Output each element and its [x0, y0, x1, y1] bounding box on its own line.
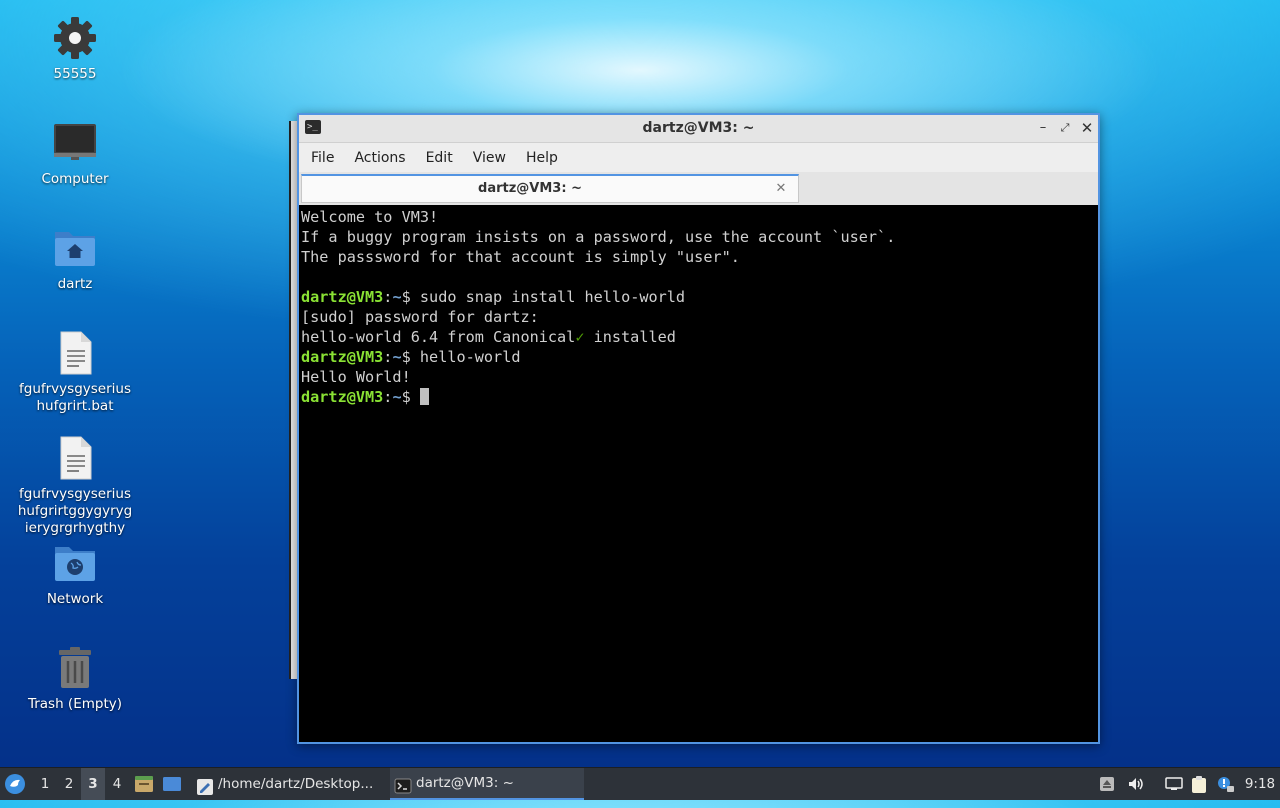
- tab-title: dartz@VM3: ~: [478, 181, 582, 196]
- command-text: sudo snap install hello-world: [419, 288, 686, 306]
- maximize-button[interactable]: ⤢: [1056, 119, 1074, 137]
- desktop-icon-long-file[interactable]: fgufrvysgyserius hufgrirtggygyryg ierygr…: [10, 434, 140, 537]
- workspace-2[interactable]: 2: [57, 768, 81, 800]
- desktop-icon-bat-file[interactable]: fgufrvysgyserius hufgrirt.bat: [10, 329, 140, 415]
- workspace-1[interactable]: 1: [33, 768, 57, 800]
- prompt-dollar: $: [401, 288, 420, 306]
- network-tray-icon[interactable]: [1165, 776, 1183, 792]
- desktop-icon-label: Computer: [41, 171, 109, 187]
- desktop-icon-label: fgufrvysgyserius hufgrirt.bat: [19, 381, 131, 414]
- desktop-icon-trash[interactable]: Trash (Empty): [10, 644, 140, 713]
- terminal-line: If a buggy program insists on a password…: [301, 228, 896, 246]
- terminal-tab[interactable]: dartz@VM3: ~ ✕: [301, 174, 799, 203]
- tab-close-icon[interactable]: ✕: [772, 180, 790, 198]
- network-folder-icon: [51, 539, 99, 587]
- desktop-icon-dartz[interactable]: dartz: [10, 224, 140, 293]
- desktop-icon-label: fgufrvysgyserius hufgrirtggygyryg ierygr…: [17, 486, 133, 536]
- prompt-path: ~: [392, 388, 402, 406]
- prompt-path: ~: [392, 288, 402, 306]
- start-menu-icon[interactable]: [4, 768, 28, 800]
- show-desktop-icon[interactable]: [162, 768, 184, 800]
- window-titlebar[interactable]: >_ dartz@VM3: ~ – ⤢ ✕: [299, 115, 1098, 143]
- installed-text: installed: [584, 328, 676, 346]
- task-text-editor[interactable]: /home/dartz/Desktop...: [192, 768, 390, 800]
- menu-edit[interactable]: Edit: [416, 150, 463, 166]
- trash-icon: [51, 644, 99, 692]
- workspace-4[interactable]: 4: [105, 768, 129, 800]
- file-manager-launcher-icon[interactable]: [134, 768, 156, 800]
- task-label: dartz@VM3: ~: [416, 775, 514, 791]
- desktop-icon-label: 55555: [53, 66, 97, 82]
- install-text: hello-world 6.4 from Canonical: [301, 328, 576, 346]
- terminal-icon: [394, 775, 412, 794]
- tab-bar: dartz@VM3: ~ ✕: [299, 172, 1098, 206]
- eject-icon[interactable]: [1099, 776, 1115, 792]
- menu-file[interactable]: File: [301, 150, 344, 166]
- task-label: /home/dartz/Desktop...: [218, 776, 374, 792]
- terminal-window[interactable]: >_ dartz@VM3: ~ – ⤢ ✕ File Actions Edit …: [297, 113, 1100, 744]
- terminal-output[interactable]: Welcome to VM3! If a buggy program insist…: [299, 205, 1098, 742]
- command-text: hello-world: [419, 348, 521, 366]
- text-file-icon: [51, 329, 99, 377]
- prompt-user: dartz@VM3: [301, 348, 384, 366]
- desktop-icon-label: Trash (Empty): [27, 696, 123, 712]
- monitor-icon: [51, 119, 99, 167]
- desktop-icon-label: dartz: [57, 276, 93, 292]
- volume-icon[interactable]: [1127, 776, 1143, 792]
- workspace-3[interactable]: 3: [81, 768, 105, 800]
- terminal-line: Hello World!: [301, 368, 411, 386]
- menu-bar: File Actions Edit View Help: [299, 143, 1098, 172]
- menu-view[interactable]: View: [463, 150, 516, 166]
- taskbar: 1 2 3 4 /home/dartz/Desktop... dartz@VM3…: [0, 767, 1280, 800]
- notification-icon[interactable]: [1217, 776, 1234, 792]
- terminal-line: The passsword for that account is simply…: [301, 248, 740, 266]
- minimize-button[interactable]: –: [1034, 119, 1052, 137]
- menu-actions[interactable]: Actions: [344, 150, 415, 166]
- task-terminal[interactable]: dartz@VM3: ~: [390, 768, 584, 800]
- clock[interactable]: 9:18: [1244, 768, 1276, 800]
- prompt-dollar: $: [401, 348, 420, 366]
- desktop-icon-computer[interactable]: Computer: [10, 119, 140, 188]
- prompt-user: dartz@VM3: [301, 288, 384, 306]
- text-file-icon: [51, 434, 99, 482]
- desktop-icon-label: Network: [46, 591, 104, 607]
- terminal-prompt-line: dartz@VM3:~$ hello-world: [301, 347, 1098, 367]
- home-folder-icon: [51, 224, 99, 272]
- desktop-icon-55555[interactable]: 55555: [10, 14, 140, 83]
- close-button[interactable]: ✕: [1078, 119, 1096, 137]
- terminal-line: [sudo] password for dartz:: [301, 308, 539, 326]
- terminal-line: Welcome to VM3!: [301, 208, 439, 226]
- text-cursor: [419, 388, 429, 405]
- menu-help[interactable]: Help: [516, 150, 568, 166]
- terminal-line: hello-world 6.4 from Canonical✓ installe…: [301, 327, 1098, 347]
- gear-icon: [51, 14, 99, 62]
- terminal-prompt-line: dartz@VM3:~$ sudo snap install hello-wor…: [301, 287, 1098, 307]
- text-editor-icon: [196, 776, 213, 795]
- desktop-icon-network[interactable]: Network: [10, 539, 140, 608]
- window-title: dartz@VM3: ~: [642, 120, 755, 136]
- prompt-path: ~: [392, 348, 402, 366]
- terminal-prompt-line: dartz@VM3:~$: [301, 387, 1098, 407]
- clipboard-icon[interactable]: [1191, 776, 1207, 793]
- prompt-user: dartz@VM3: [301, 388, 384, 406]
- prompt-dollar: $: [401, 388, 420, 406]
